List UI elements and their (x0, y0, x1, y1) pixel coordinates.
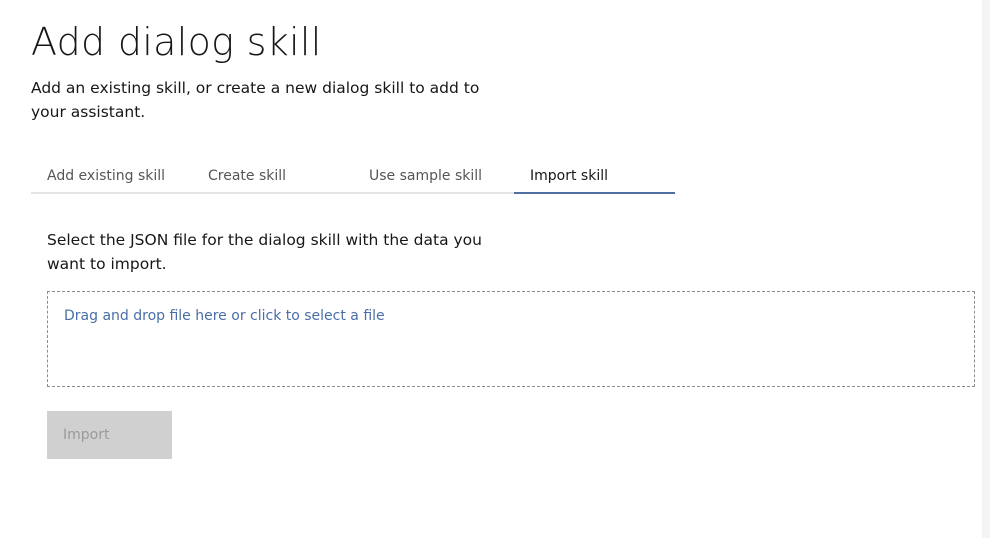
select-file-link[interactable]: Drag and drop file here or click to sele… (64, 306, 385, 326)
tab-label: Use sample skill (369, 168, 483, 184)
tab-add-existing-skill[interactable]: Add existing skill (31, 160, 192, 194)
page-title: Add dialog skill (31, 20, 322, 64)
tab-import-skill[interactable]: Import skill (514, 160, 675, 194)
import-button[interactable]: Import (47, 411, 172, 459)
tab-label: Create skill (208, 168, 287, 184)
window-edge (982, 0, 990, 538)
add-dialog-skill-panel: Add dialog skill Add an existing skill, … (0, 0, 982, 538)
tab-label: Add existing skill (47, 168, 166, 184)
file-dropzone[interactable]: Drag and drop file here or click to sele… (47, 291, 975, 387)
page-subtitle: Add an existing skill, or create a new d… (31, 79, 480, 121)
tab-use-sample-skill[interactable]: Use sample skill (353, 160, 514, 194)
tab-label: Import skill (530, 168, 608, 184)
skill-tabs: Add existing skill Create skill Use samp… (31, 160, 675, 196)
tab-create-skill[interactable]: Create skill (192, 160, 353, 194)
import-instructions: Select the JSON file for the dialog skil… (47, 231, 482, 273)
